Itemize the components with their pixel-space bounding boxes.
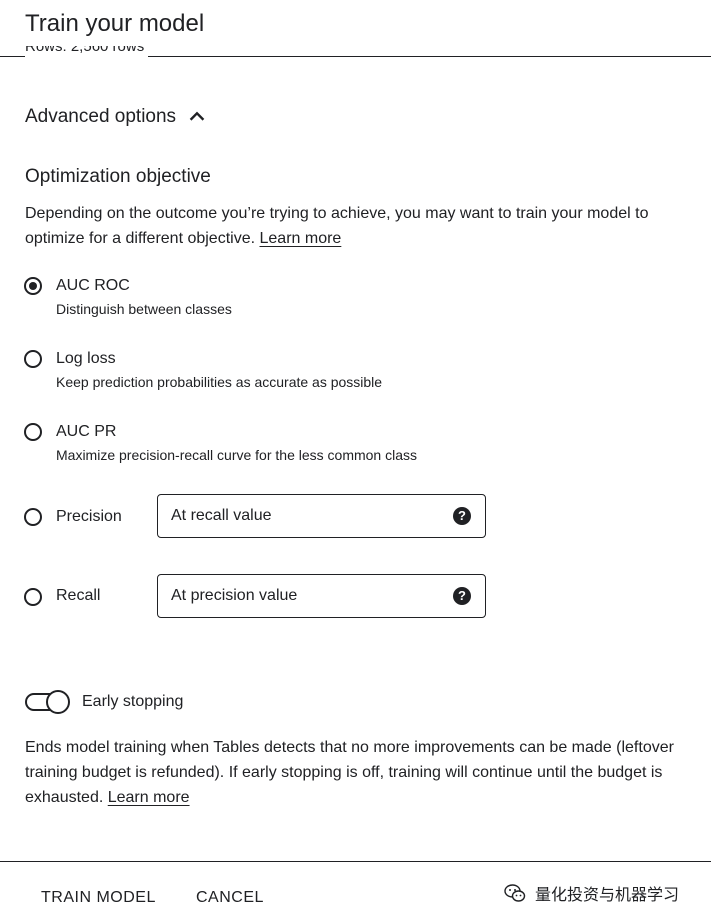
recall-value-placeholder: At recall value [171,507,272,524]
advanced-options-label: Advanced options [25,106,177,127]
option-label-precision: Precision [56,508,122,525]
dialog-title: Train your model [25,10,205,37]
early-stopping-description: Ends model training when Tables detects … [25,739,674,806]
early-stopping-toggle[interactable] [25,690,71,714]
train-model-button[interactable]: TRAIN MODEL [41,889,156,907]
option-label-recall: Recall [56,587,101,604]
optimization-objective-title: Optimization objective [25,166,211,187]
option-label-log-loss: Log loss [56,350,116,367]
help-icon[interactable]: ? [453,587,471,605]
option-sublabel-log-loss: Keep prediction probabilities as accurat… [56,374,383,390]
dialog-footer: TRAIN MODEL CANCEL 量化投资与机器学习 [0,861,711,922]
chevron-up-icon [189,111,205,121]
advanced-options-toggle[interactable]: Advanced options [25,106,208,128]
early-stopping-label: Early stopping [82,693,184,710]
radio-precision[interactable] [24,508,42,526]
help-icon[interactable]: ? [453,507,471,525]
learn-more-link[interactable]: Learn more [108,789,190,806]
radio-log-loss[interactable] [24,350,42,368]
precision-value-input[interactable]: At precision value ? [157,574,486,618]
watermark: 量化投资与机器学习 [503,881,679,905]
watermark-text: 量化投资与机器学习 [535,887,680,904]
toggle-thumb [46,690,70,714]
option-label-auc-roc: AUC ROC [56,277,130,294]
radio-recall[interactable] [24,588,42,606]
radio-auc-roc[interactable] [24,277,42,295]
cancel-button[interactable]: CANCEL [196,889,264,907]
option-label-auc-pr: AUC PR [56,423,117,440]
recall-value-input[interactable]: At recall value ? [157,494,486,538]
option-sublabel-auc-roc: Distinguish between classes [56,301,232,317]
rows-count-clipped: Rows: 2,560 rows [25,46,149,60]
precision-value-placeholder: At precision value [171,587,298,604]
wechat-icon [504,884,526,902]
option-sublabel-auc-pr: Maximize precision-recall curve for the … [56,447,417,463]
radio-auc-pr[interactable] [24,423,42,441]
learn-more-link[interactable]: Learn more [260,230,342,247]
objective-description: Depending on the outcome you’re trying t… [25,205,649,247]
